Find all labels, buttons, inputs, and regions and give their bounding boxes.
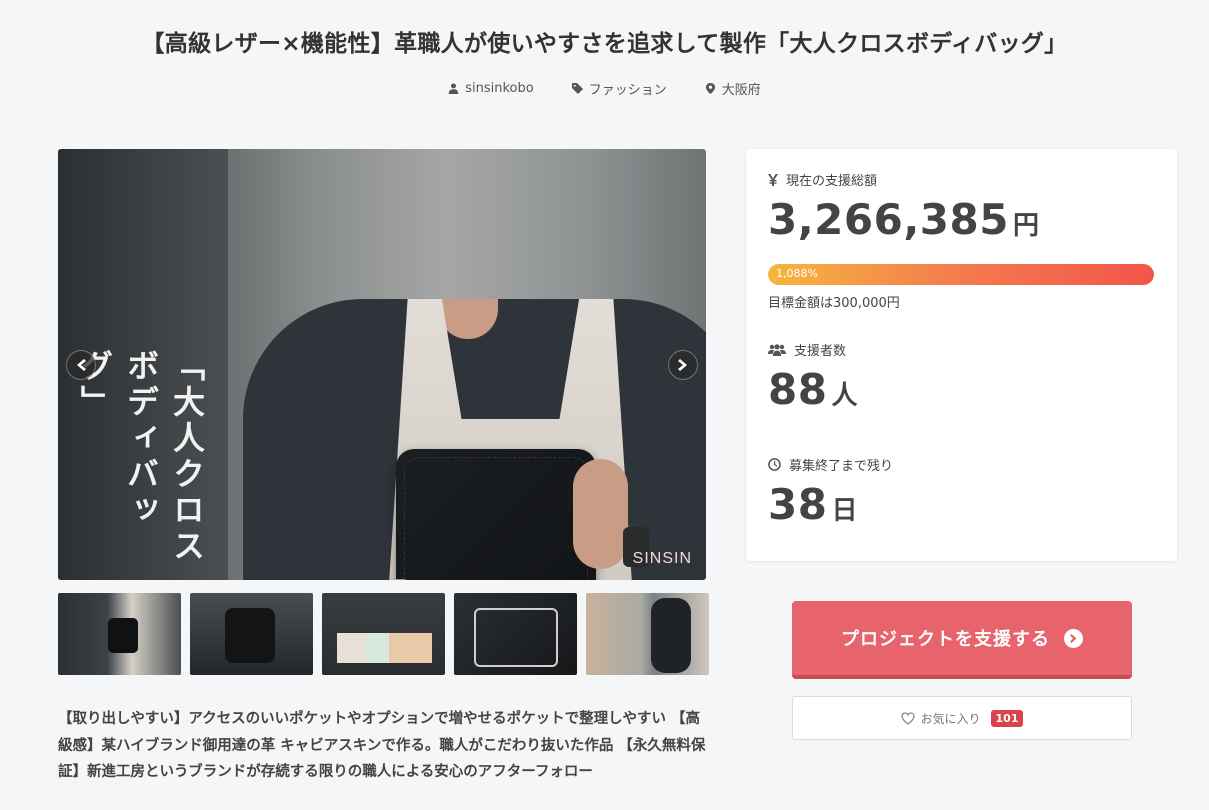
location-link[interactable]: 大阪府 (705, 79, 761, 98)
backers-value: 88 人 (768, 365, 857, 414)
image-bag (396, 449, 596, 580)
heart-icon (900, 711, 915, 725)
user-icon (448, 83, 459, 94)
prev-image-button[interactable] (66, 350, 96, 380)
image-overlay-text: 「大人クロスボディバッグ」 (76, 349, 206, 565)
support-project-button[interactable]: プロジェクトを支援する (792, 601, 1132, 679)
stats-panel: 現在の支援総額 3,266,385 円 1,088% 目標金額は300,000円 … (746, 149, 1177, 561)
amount-label: 現在の支援総額 (768, 170, 877, 189)
remaining-value: 38 日 (768, 480, 857, 529)
chevron-left-icon (77, 359, 86, 371)
goal-amount: 目標金額は300,000円 (768, 296, 900, 311)
favorite-count-badge: 101 (990, 709, 1024, 727)
clock-icon (768, 458, 781, 471)
next-image-button[interactable] (668, 350, 698, 380)
category-link[interactable]: ファッション (571, 79, 667, 98)
chevron-right-icon (678, 359, 687, 371)
favorite-label: お気に入り (920, 711, 981, 726)
amount-number: 3,266,385 (768, 195, 1009, 244)
remaining-number: 38 (768, 480, 828, 529)
progress-percent: 1,088% (776, 267, 818, 280)
users-icon (768, 343, 786, 356)
project-description: 【取り出しやすい】アクセスのいいポケットやオプションで増やせるポケットで整理しや… (58, 711, 706, 780)
amount-unit: 円 (1012, 211, 1039, 241)
thumbnail-1[interactable] (58, 593, 181, 675)
project-title: 【高級レザー×機能性】革職人が使いやすさを追求して製作「大人クロスボディバッグ」 (141, 31, 1068, 57)
owner-name: sinsinkobo (465, 81, 534, 96)
progress-fill (768, 264, 1154, 285)
thumbnail-strip (58, 593, 709, 675)
owner-link[interactable]: sinsinkobo (448, 79, 534, 98)
image-brand-logo: SINSIN (632, 550, 692, 567)
backers-unit: 人 (831, 381, 858, 411)
favorite-button[interactable]: お気に入り 101 (792, 696, 1132, 740)
yen-icon (768, 173, 778, 186)
thumbnail-4[interactable] (454, 593, 577, 675)
backers-label-text: 支援者数 (794, 344, 847, 359)
remaining-unit: 日 (831, 496, 858, 526)
backers-number: 88 (768, 365, 828, 414)
map-pin-icon (705, 83, 715, 94)
main-image[interactable]: 「大人クロスボディバッグ」 SINSIN (58, 149, 706, 580)
category-name: ファッション (588, 83, 667, 98)
project-meta: sinsinkobo ファッション 大阪府 (0, 79, 1209, 98)
amount-value: 3,266,385 円 (768, 195, 1039, 244)
funding-progress-bar: 1,088% (768, 264, 1154, 285)
tag-icon (571, 83, 583, 94)
arrow-right-circle-icon (1064, 628, 1083, 648)
location-name: 大阪府 (721, 83, 761, 98)
remaining-label-text: 募集終了まで残り (789, 459, 894, 474)
amount-label-text: 現在の支援総額 (786, 174, 878, 189)
thumbnail-3[interactable] (322, 593, 445, 675)
image-hand-right (573, 459, 628, 569)
thumbnail-2[interactable] (190, 593, 313, 675)
thumbnail-5[interactable] (586, 593, 709, 675)
backers-label: 支援者数 (768, 340, 846, 359)
remaining-label: 募集終了まで残り (768, 455, 893, 474)
support-button-label: プロジェクトを支援する (841, 629, 1050, 650)
